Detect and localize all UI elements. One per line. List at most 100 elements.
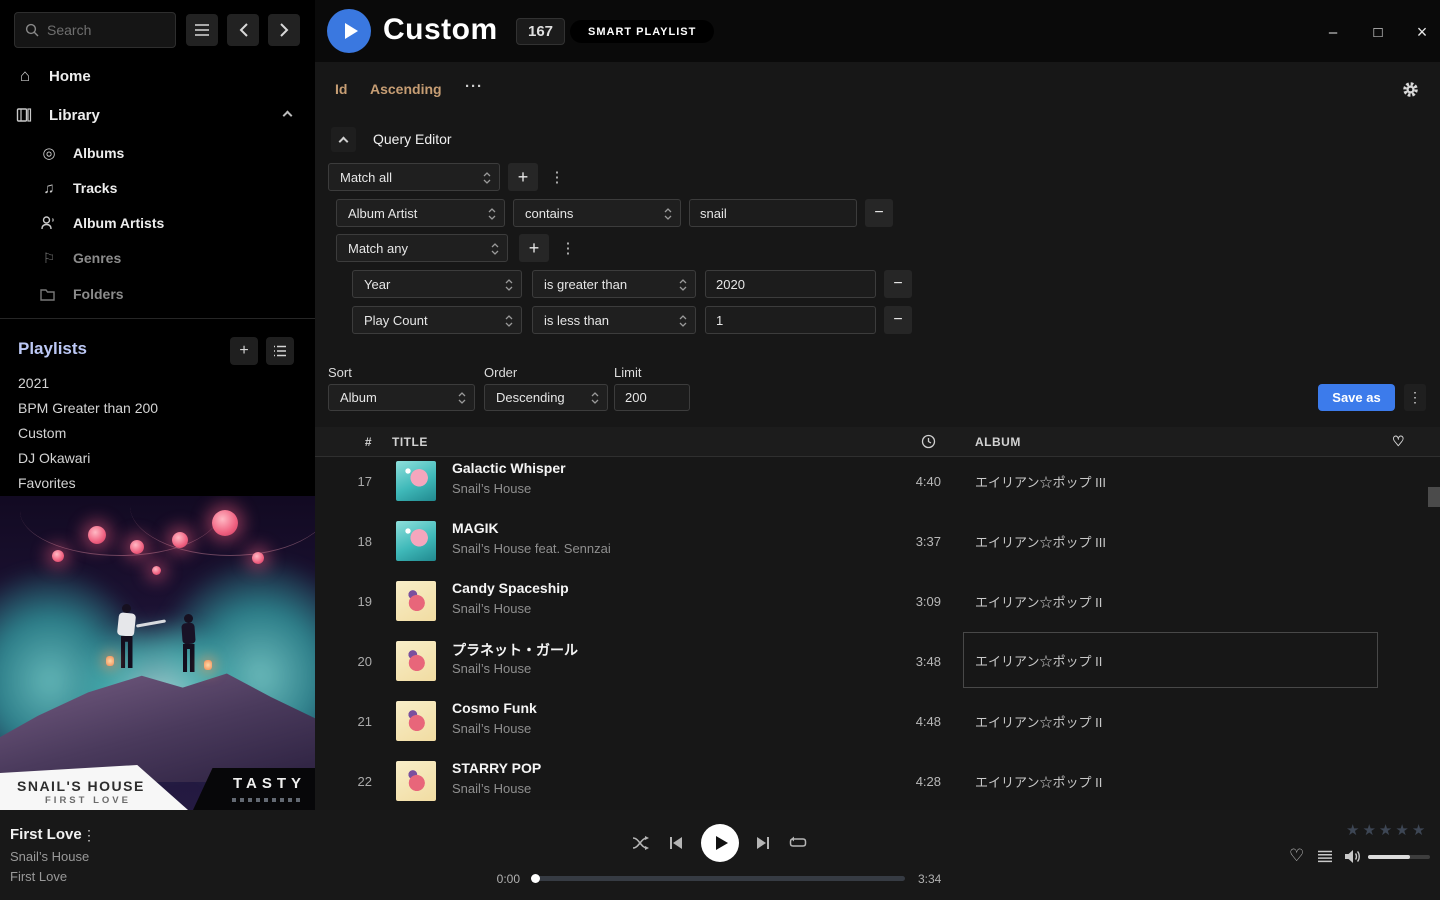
dots-vertical-icon: ⋮: [1408, 389, 1422, 406]
sidebar-item-home[interactable]: ⌂ Home: [16, 62, 91, 90]
rule-value-input[interactable]: [705, 306, 876, 334]
play-pause-button[interactable]: [701, 824, 739, 862]
back-button[interactable]: [227, 14, 259, 46]
next-track-button[interactable]: [756, 836, 770, 850]
order-select[interactable]: Descending: [484, 384, 608, 411]
star-icon[interactable]: ★: [1412, 822, 1428, 839]
previous-track-button[interactable]: [669, 836, 683, 850]
column-title[interactable]: TITLE: [392, 435, 428, 449]
lantern: [152, 566, 161, 575]
dots-vertical-icon: ⋮: [550, 168, 565, 186]
sort-select[interactable]: Album: [328, 384, 475, 411]
seek-bar[interactable]: [535, 876, 905, 881]
sidebar-item-library[interactable]: Library: [16, 101, 100, 129]
save-menu-button[interactable]: ⋮: [1404, 384, 1426, 411]
table-row[interactable]: 20 プラネット・ガール Snail’s House 3:48 エイリアン☆ポッ…: [315, 631, 1440, 691]
duration-clock-icon[interactable]: [921, 434, 936, 449]
search-box[interactable]: [14, 12, 176, 48]
maximize-button[interactable]: □: [1368, 22, 1388, 42]
group1-menu-button[interactable]: ⋮: [546, 163, 568, 191]
rule-operator-select[interactable]: is greater than: [532, 270, 696, 298]
column-album[interactable]: ALBUM: [975, 435, 1021, 449]
hamburger-icon: [194, 24, 210, 36]
lantern: [52, 550, 64, 562]
add-rule-button-group2[interactable]: +: [519, 234, 549, 262]
lantern: [130, 540, 144, 554]
collapse-query-editor-button[interactable]: [331, 127, 356, 152]
repeat-button[interactable]: [789, 835, 807, 850]
add-playlist-button[interactable]: +: [230, 337, 258, 365]
playlist-item[interactable]: 2021: [18, 371, 49, 395]
save-as-button[interactable]: Save as: [1318, 384, 1395, 411]
sidebar-item-albums[interactable]: ◎ Albums: [40, 139, 124, 167]
track-duration: 4:40: [871, 458, 941, 511]
star-icon[interactable]: ★: [1362, 822, 1378, 839]
rule-operator-select[interactable]: contains: [513, 199, 681, 227]
settings-gear-icon[interactable]: [1402, 81, 1419, 98]
rule-value-input[interactable]: [705, 270, 876, 298]
track-album-selected-cell[interactable]: エイリアン☆ポップ II: [963, 632, 1378, 688]
playlist-item[interactable]: DJ Okawari: [18, 446, 90, 470]
forward-button[interactable]: [268, 14, 300, 46]
playlist-options-button[interactable]: [266, 337, 294, 365]
sidebar-item-genres[interactable]: ⚐ Genres: [40, 244, 121, 272]
rule-field-select[interactable]: Album Artist: [336, 199, 505, 227]
queue-icon[interactable]: [1317, 850, 1333, 863]
sort-field-button[interactable]: Id: [335, 81, 347, 97]
star-icon[interactable]: ★: [1379, 822, 1395, 839]
match-select-group2[interactable]: Match any: [336, 234, 508, 262]
collapse-library-icon[interactable]: [283, 111, 293, 121]
limit-input[interactable]: [614, 384, 690, 411]
seek-handle[interactable]: [531, 874, 540, 883]
star-icon[interactable]: ★: [1395, 822, 1411, 839]
select-updown-icon: [679, 314, 687, 328]
rule-field-value: Play Count: [364, 313, 428, 328]
column-index[interactable]: #: [345, 435, 372, 449]
track-duration: 4:48: [871, 691, 941, 751]
star-icon[interactable]: ★: [1346, 822, 1362, 839]
now-playing-menu-button[interactable]: ⋮: [82, 827, 96, 844]
close-button[interactable]: ×: [1412, 22, 1432, 42]
playlist-item[interactable]: BPM Greater than 200: [18, 396, 158, 420]
playlist-item-label: 2021: [18, 375, 49, 391]
sidebar-item-folders[interactable]: Folders: [40, 280, 124, 308]
table-row[interactable]: 19 Candy Spaceship Snail’s House 3:09 エイ…: [315, 571, 1440, 631]
query-editor-title: Query Editor: [373, 131, 452, 147]
volume-icon[interactable]: [1344, 849, 1361, 864]
menu-button[interactable]: [186, 14, 218, 46]
rule-field-select[interactable]: Year: [352, 270, 522, 298]
match-select-group1[interactable]: Match all: [328, 163, 500, 191]
rating-stars[interactable]: ★★★★★: [1346, 821, 1428, 839]
remove-rule-button[interactable]: −: [884, 270, 912, 298]
track-title: Galactic Whisper: [452, 460, 566, 476]
sort-more-button[interactable]: ···: [465, 78, 483, 95]
track-title: プラネット・ガール: [452, 640, 578, 660]
rule-value-input[interactable]: [689, 199, 857, 227]
shuffle-button[interactable]: [632, 835, 650, 851]
now-playing-artwork[interactable]: SNAIL'S HOUSE FIRST LOVE TASTY: [0, 496, 315, 810]
table-row[interactable]: 18 MAGIK Snail’s House feat. Sennzai 3:3…: [315, 511, 1440, 571]
favorite-heart-icon[interactable]: ♡: [1289, 846, 1304, 866]
table-row[interactable]: 22 STARRY POP Snail’s House 4:28 エイリアン☆ポ…: [315, 751, 1440, 810]
search-input[interactable]: [47, 22, 165, 38]
rule-operator-select[interactable]: is less than: [532, 306, 696, 334]
rule-field-select[interactable]: Play Count: [352, 306, 522, 334]
sidebar-item-tracks[interactable]: ♫ Tracks: [40, 174, 117, 202]
table-row[interactable]: 21 Cosmo Funk Snail’s House 4:48 エイリアン☆ポ…: [315, 691, 1440, 751]
favorite-column-icon[interactable]: ♡: [1392, 433, 1405, 450]
remove-rule-button[interactable]: −: [884, 306, 912, 334]
add-rule-button-group1[interactable]: +: [508, 163, 538, 191]
table-row[interactable]: 17 Galactic Whisper Snail’s House 4:40 エ…: [315, 458, 1440, 511]
playlist-item[interactable]: Favorites: [18, 471, 76, 495]
scrollbar-thumb[interactable]: [1428, 487, 1440, 507]
play-playlist-button[interactable]: [327, 9, 371, 53]
playlist-item[interactable]: Custom: [18, 421, 66, 445]
sort-direction-button[interactable]: Ascending: [370, 81, 442, 97]
minimize-button[interactable]: –: [1323, 22, 1343, 42]
group2-menu-button[interactable]: ⋮: [557, 234, 579, 262]
album-art-thumbnail: [396, 641, 436, 681]
track-duration: 4:28: [871, 751, 941, 810]
sidebar-item-album-artists[interactable]: Album Artists: [40, 209, 164, 237]
volume-slider[interactable]: [1368, 855, 1430, 859]
remove-rule-button[interactable]: −: [865, 199, 893, 227]
